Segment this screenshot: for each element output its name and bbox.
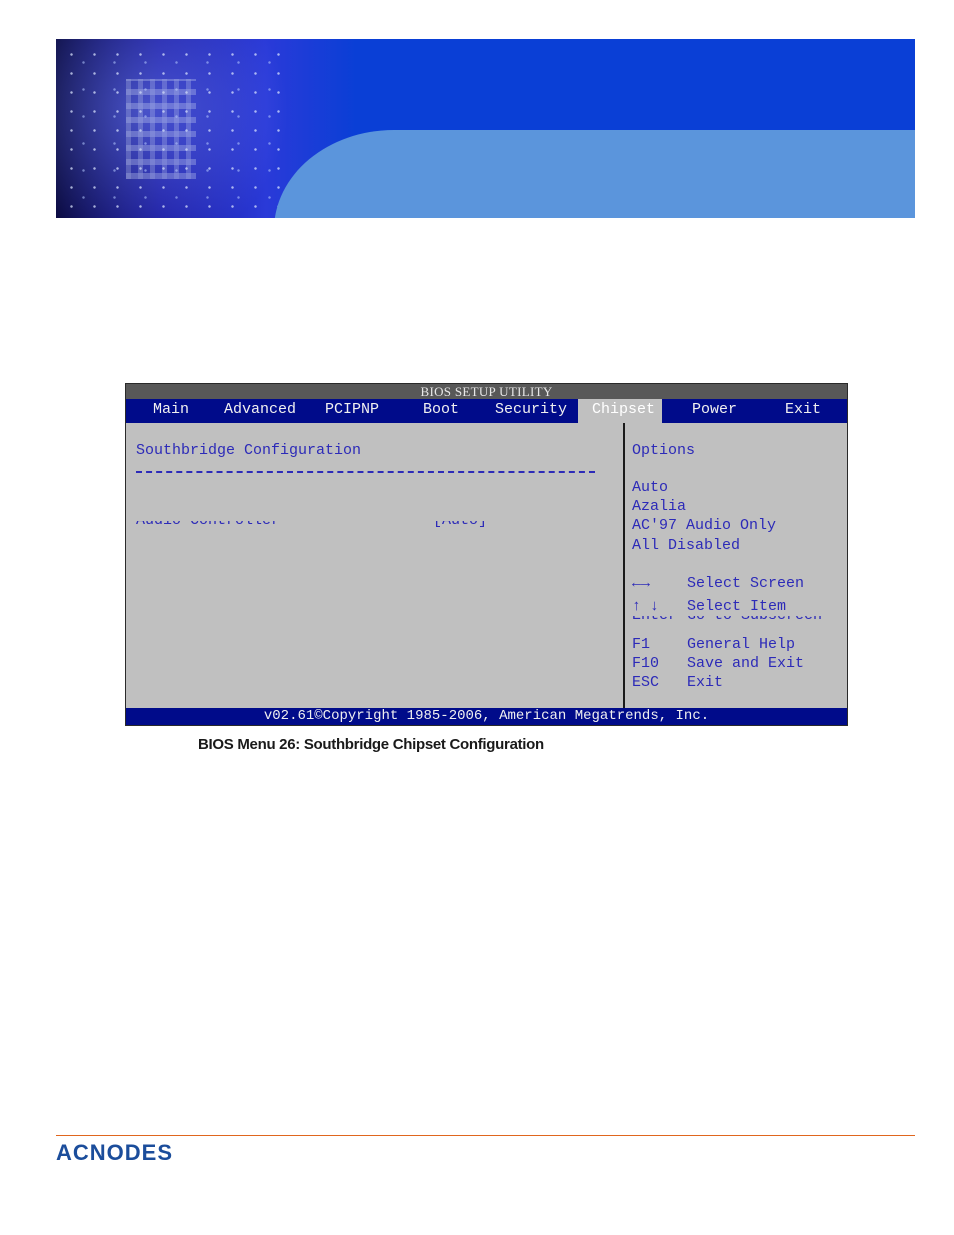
setting-value[interactable]: [Auto] bbox=[433, 521, 487, 529]
bios-body: Southbridge Configuration Audio Controll… bbox=[126, 423, 847, 709]
help-key: ESC bbox=[632, 674, 660, 691]
tab-pcipnp[interactable]: PCIPNP bbox=[325, 399, 379, 423]
option-item: All Disabled bbox=[632, 537, 741, 554]
help-desc: Select Screen bbox=[687, 575, 805, 592]
arrows-left-right-icon: ←→ bbox=[632, 575, 651, 592]
help-row-select-screen: ←→ Select Screen bbox=[632, 575, 842, 594]
help-desc: General Help bbox=[687, 636, 796, 653]
help-key: F1 bbox=[632, 636, 651, 653]
arrows-up-down-icon: ↑ ↓ bbox=[632, 598, 660, 615]
option-item: AC'97 Audio Only bbox=[632, 517, 777, 534]
help-desc: Exit bbox=[687, 674, 724, 691]
help-row-f10: F10 Save and Exit bbox=[632, 655, 842, 674]
tab-security[interactable]: Security bbox=[495, 399, 567, 423]
help-row-esc: ESC Exit bbox=[632, 674, 842, 693]
help-key: F10 bbox=[632, 655, 660, 672]
footer-divider bbox=[56, 1135, 915, 1136]
tab-main[interactable]: Main bbox=[153, 399, 189, 423]
tab-exit[interactable]: Exit bbox=[785, 399, 821, 423]
help-desc: Go to Subscreen bbox=[687, 616, 822, 624]
section-divider bbox=[136, 471, 595, 473]
option-item: Azalia bbox=[632, 498, 687, 515]
tab-advanced[interactable]: Advanced bbox=[224, 399, 296, 423]
tab-power[interactable]: Power bbox=[692, 399, 737, 423]
help-desc: Save and Exit bbox=[687, 655, 805, 672]
tab-chipset[interactable]: Chipset bbox=[578, 399, 662, 423]
help-desc: Select Item bbox=[687, 598, 787, 615]
options-heading: Options bbox=[632, 442, 696, 459]
header-banner bbox=[56, 39, 915, 218]
bios-title: BIOS SETUP UTILITY bbox=[126, 384, 847, 399]
bios-menu-bar: Main Advanced PCIPNP Boot Security Chips… bbox=[126, 399, 847, 423]
bios-screenshot: BIOS SETUP UTILITY Main Advanced PCIPNP … bbox=[125, 383, 848, 726]
help-row-select-item: ↑ ↓ Select Item bbox=[632, 598, 842, 617]
tab-boot[interactable]: Boot bbox=[423, 399, 459, 423]
circuit-chips bbox=[126, 79, 196, 179]
help-row-enter: Enter Go to Subscreen bbox=[632, 616, 842, 624]
option-item: Auto bbox=[632, 479, 669, 496]
section-title: Southbridge Configuration bbox=[136, 442, 362, 459]
panel-divider bbox=[623, 423, 625, 709]
acnodes-logo: ACNODES bbox=[56, 1140, 174, 1165]
setting-row-audio-controller[interactable]: Audio Controller [Auto] bbox=[136, 521, 606, 529]
help-row-f1: F1 General Help bbox=[632, 636, 842, 655]
help-key: Enter bbox=[632, 616, 677, 624]
figure-caption: BIOS Menu 26: Southbridge Chipset Config… bbox=[198, 736, 544, 753]
bios-footer-copyright: v02.61©Copyright 1985-2006, American Meg… bbox=[126, 708, 847, 725]
setting-label: Audio Controller bbox=[136, 521, 280, 529]
banner-light-panel bbox=[274, 130, 915, 218]
